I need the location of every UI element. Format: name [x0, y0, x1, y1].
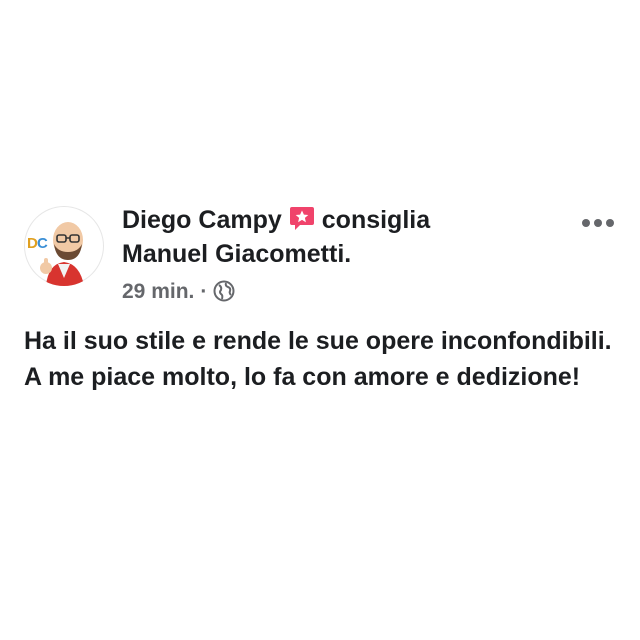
recommendation-post: D C Diego Campy consiglia Manuel Giacomet…: [0, 0, 640, 640]
author-name[interactable]: Diego Campy: [122, 206, 282, 234]
meta-separator: ·: [200, 280, 208, 303]
header-line-1: Diego Campy consiglia: [122, 203, 582, 237]
author-avatar[interactable]: D C: [24, 206, 104, 286]
recommend-star-icon: [288, 204, 316, 232]
post-timestamp[interactable]: 29 min.: [122, 280, 194, 303]
post-header: Diego Campy consiglia Manuel Giacometti. …: [122, 203, 582, 305]
more-options-icon[interactable]: [578, 212, 618, 234]
post-text: Ha il suo stile e rende le sue opere inc…: [24, 327, 612, 391]
recommend-verb: consiglia: [321, 206, 431, 234]
avatar-illustration-icon: D C: [27, 222, 84, 286]
header-line-2: Manuel Giacometti.: [122, 237, 582, 271]
svg-text:C: C: [37, 235, 48, 252]
globe-icon[interactable]: [213, 280, 235, 302]
recommended-page-name[interactable]: Manuel Giacometti.: [122, 240, 351, 268]
post-meta: 29 min. ·: [122, 279, 582, 305]
